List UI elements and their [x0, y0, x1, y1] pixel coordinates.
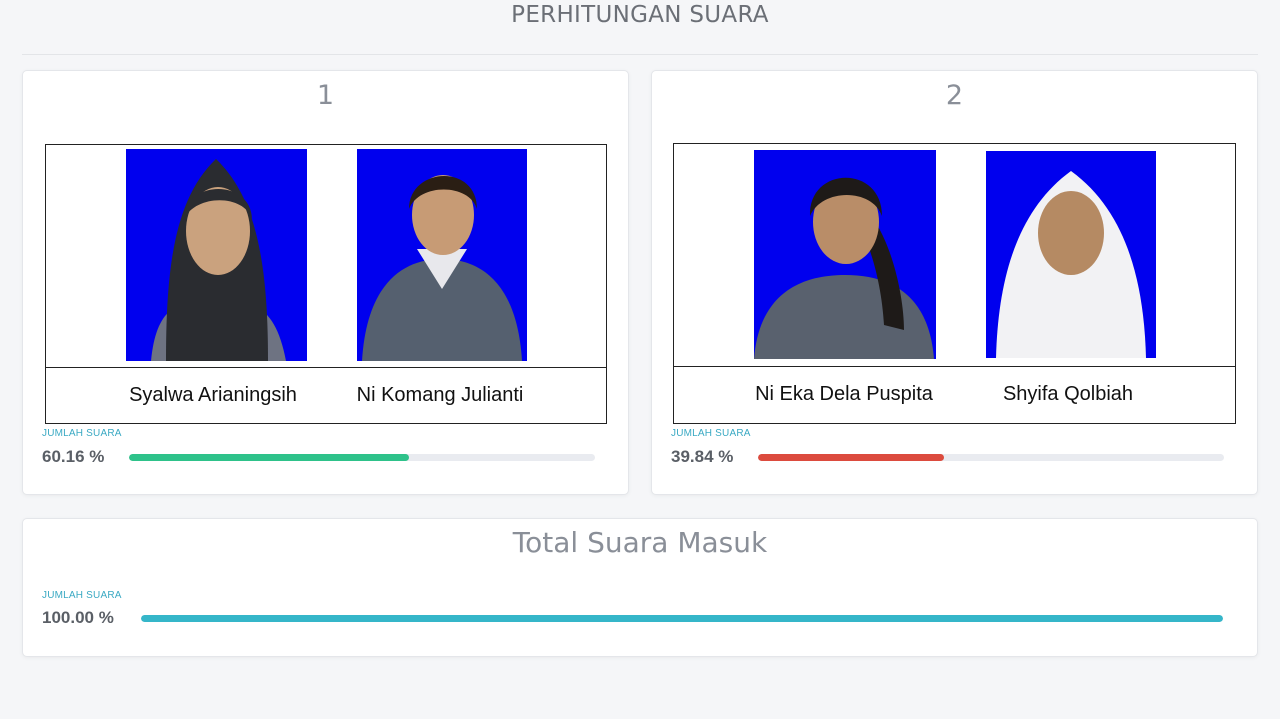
candidate-card-2: 2 Ni Eka Dela Puspita Shyifa Qolbiah JUM… [651, 70, 1258, 495]
candidate-photo-frame: Syalwa Arianingsih Ni Komang Julianti [45, 144, 607, 424]
vote-label: JUMLAH SUARA [42, 428, 122, 439]
total-progress-track [141, 615, 1223, 622]
candidate-name-ketua: Syalwa Arianingsih [129, 384, 297, 406]
candidate-name-wakil: Ni Komang Julianti [356, 384, 524, 406]
vote-label: JUMLAH SUARA [671, 428, 751, 439]
candidate-name-ketua: Ni Eka Dela Puspita [755, 383, 933, 405]
candidate-photo-ketua [126, 149, 307, 361]
photo-row [46, 145, 606, 368]
names-row: Ni Eka Dela Puspita Shyifa Qolbiah [674, 366, 1235, 422]
candidate-photo-wakil [986, 151, 1156, 358]
vote-progress-fill [758, 454, 944, 461]
vote-progress-fill [129, 454, 410, 461]
candidate-photo-frame: Ni Eka Dela Puspita Shyifa Qolbiah [673, 143, 1236, 424]
candidate-name-wakil: Shyifa Qolbiah [1002, 383, 1134, 405]
candidate-number: 1 [316, 80, 335, 111]
candidate-number: 2 [945, 80, 964, 111]
vote-progress-track [758, 454, 1224, 461]
names-row: Syalwa Arianingsih Ni Komang Julianti [46, 367, 606, 423]
candidate-photo-wakil [357, 149, 527, 361]
candidate-photo-ketua [754, 150, 936, 359]
total-vote-label: JUMLAH SUARA [42, 590, 122, 601]
vote-percentage: 39.84 % [671, 447, 734, 466]
page-title: PERHITUNGAN SUARA [511, 2, 769, 28]
photo-row [674, 144, 1235, 367]
candidate-card-1: 1 Syalwa Arianingsih Ni Komang Julianti … [22, 70, 629, 495]
title-divider [22, 54, 1258, 55]
vote-progress-track [129, 454, 595, 461]
total-votes-title: Total Suara Masuk [512, 526, 768, 559]
total-vote-percentage: 100.00 % [42, 608, 114, 627]
total-progress-fill [141, 615, 1223, 622]
vote-percentage: 60.16 % [42, 447, 105, 466]
